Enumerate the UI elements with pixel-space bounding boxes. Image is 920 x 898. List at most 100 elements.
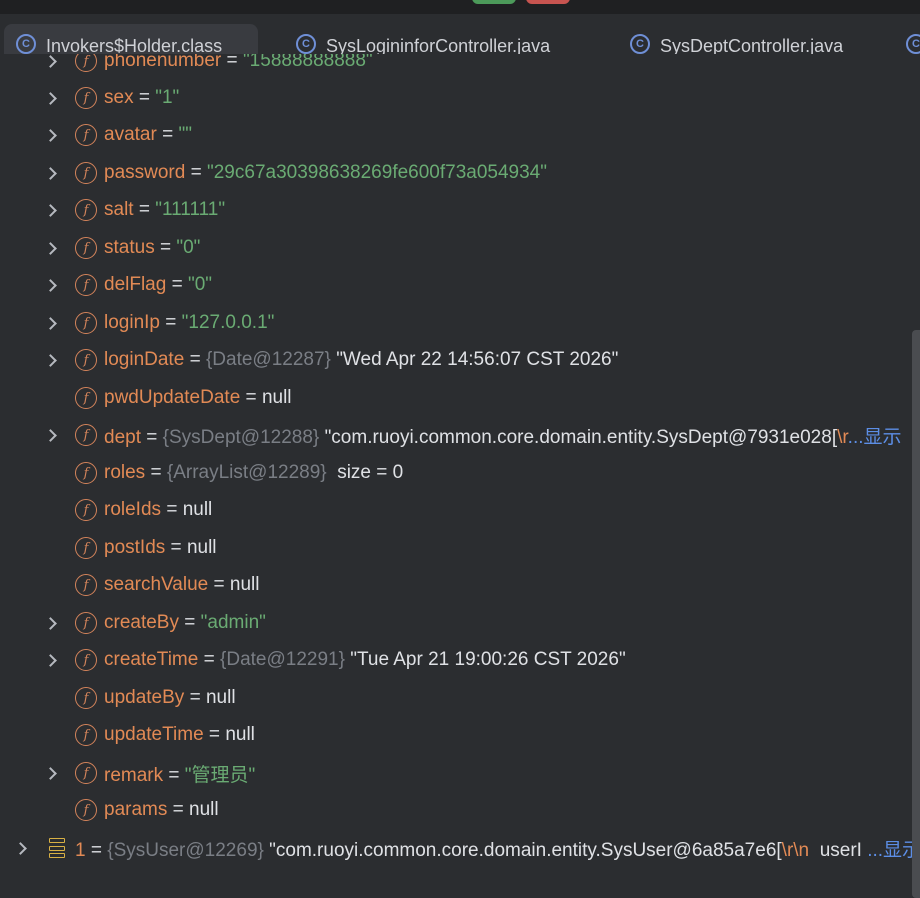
variable-row-phonenumber[interactable]: f phonenumber = "15888888888" (0, 54, 920, 79)
field-value: "127.0.0.1" (181, 312, 275, 333)
expand-chevron-icon[interactable] (14, 841, 27, 855)
expand-chevron-icon[interactable] (44, 353, 57, 367)
java-class-icon: C (296, 34, 316, 54)
field-icon: f (75, 124, 97, 146)
variable-row-loginip[interactable]: f loginIp = "127.0.0.1" (0, 305, 920, 341)
equals-sign: = (138, 87, 150, 108)
variable-row-updateby[interactable]: f updateBy = null (0, 680, 920, 716)
object-reference: {ArrayList@12289} (166, 462, 327, 483)
variable-row-avatar[interactable]: f avatar = "" (0, 117, 920, 153)
field-icon: f (75, 799, 97, 821)
variable-row-password[interactable]: f password = "29c67a30398638269fe600f73a… (0, 155, 920, 191)
field-name: phonenumber (104, 54, 222, 71)
tab-invokers-holder[interactable]: C Invokers$Holder.class (4, 24, 259, 54)
expand-chevron-icon[interactable] (44, 203, 57, 217)
expand-chevron-icon[interactable] (44, 616, 57, 630)
equals-sign: = (226, 54, 238, 71)
variable-row-roleids[interactable]: f roleIds = null (0, 492, 920, 528)
array-index: 1 (75, 839, 86, 861)
field-value: size = 0 (337, 462, 404, 483)
field-name: postIds (104, 537, 166, 558)
tab-sys-dept-controller[interactable]: C SysDeptController.java (630, 24, 843, 54)
field-icon: f (75, 349, 97, 371)
expand-chevron-icon[interactable] (44, 316, 57, 330)
field-icon: f (75, 87, 97, 109)
variable-row-dept[interactable]: f dept = {SysDept@12288} "com.ruoyi.comm… (0, 417, 920, 453)
equals-sign: = (170, 537, 182, 558)
field-value: "1" (155, 87, 180, 108)
expand-chevron-icon[interactable] (44, 653, 57, 667)
field-icon: f (75, 649, 97, 671)
variable-row-remark[interactable]: f remark = "管理员" (0, 755, 920, 791)
equals-sign: = (172, 799, 184, 820)
field-icon: f (75, 612, 97, 634)
tab-overflow[interactable]: C (906, 24, 920, 54)
variable-row-delflag[interactable]: f delFlag = "0" (0, 267, 920, 303)
field-value: null (186, 537, 217, 558)
field-value: "0" (188, 274, 213, 295)
expand-chevron-icon[interactable] (44, 54, 57, 68)
field-icon: f (75, 574, 97, 596)
expand-chevron-icon[interactable] (44, 166, 57, 180)
variable-row-params[interactable]: f params = null (0, 792, 920, 828)
java-class-icon: C (906, 34, 920, 54)
expand-chevron-icon[interactable] (44, 128, 57, 142)
field-value: "admin" (200, 612, 266, 633)
escape-sequence: \r\n (781, 839, 810, 861)
tab-sys-logininfor-controller[interactable]: C SysLogininforController.java (296, 24, 550, 54)
vertical-scrollbar[interactable] (912, 330, 920, 898)
variable-row-searchvalue[interactable]: f searchValue = null (0, 567, 920, 603)
field-name: salt (104, 199, 134, 220)
field-name: roles (104, 462, 146, 483)
equals-sign: = (208, 724, 221, 745)
field-icon: f (75, 237, 97, 259)
equals-sign: = (184, 612, 196, 633)
expand-chevron-icon[interactable] (44, 428, 57, 442)
field-value: "Tue Apr 21 19:00:26 CST 2026" (350, 649, 626, 670)
variable-row-createtime[interactable]: f createTime = {Date@12291} "Tue Apr 21 … (0, 642, 920, 678)
equals-sign: = (213, 574, 225, 595)
equals-sign: = (159, 237, 172, 258)
variable-row-postids[interactable]: f postIds = null (0, 530, 920, 566)
java-class-icon: C (630, 34, 650, 54)
variable-row-createby[interactable]: f createBy = "admin" (0, 605, 920, 641)
expand-chevron-icon[interactable] (44, 91, 57, 105)
variable-row-roles[interactable]: f roles = {ArrayList@12289} size = 0 (0, 455, 920, 491)
element-value-tail: userI (819, 839, 862, 861)
field-icon: f (75, 724, 97, 746)
array-element-row[interactable]: 1 = {SysUser@12269} "com.ruoyi.common.co… (0, 830, 920, 866)
field-name: status (104, 237, 155, 258)
variable-row-sex[interactable]: f sex = "1" (0, 80, 920, 116)
variable-row-salt[interactable]: f salt = "111111" (0, 192, 920, 228)
variable-row-status[interactable]: f status = "0" (0, 230, 920, 266)
field-name: password (104, 162, 186, 183)
expand-chevron-icon[interactable] (44, 766, 57, 780)
field-value: "" (178, 124, 192, 145)
variable-row-updatetime[interactable]: f updateTime = null (0, 717, 920, 753)
class-file-icon: C (16, 34, 36, 54)
expand-chevron-icon[interactable] (44, 241, 57, 255)
field-value: "111111" (155, 199, 226, 220)
green-window-button[interactable] (472, 0, 516, 4)
equals-sign: = (189, 349, 201, 370)
object-reference: {Date@12291} (220, 649, 345, 670)
field-value: "15888888888" (242, 54, 373, 71)
field-icon: f (75, 499, 97, 521)
show-more-link[interactable]: ...显示 (848, 427, 902, 448)
equals-sign: = (146, 426, 158, 448)
equals-sign: = (90, 839, 102, 861)
editor-tab-bar: C Invokers$Holder.class C SysLogininforC… (0, 14, 920, 54)
field-icon: f (75, 424, 97, 446)
field-value: "管理员" (184, 764, 256, 786)
field-name: sex (104, 87, 134, 108)
field-icon: f (75, 762, 97, 784)
field-value: null (189, 799, 219, 820)
variable-row-pwdupdatedate[interactable]: f pwdUpdateDate = null (0, 380, 920, 416)
red-window-button[interactable] (526, 0, 570, 4)
expand-chevron-icon[interactable] (44, 278, 57, 292)
variable-row-logindate[interactable]: f loginDate = {Date@12287} "Wed Apr 22 1… (0, 342, 920, 378)
field-value: null (261, 387, 292, 408)
equals-sign: = (171, 274, 183, 295)
field-icon: f (75, 199, 97, 221)
equals-sign: = (203, 649, 215, 670)
